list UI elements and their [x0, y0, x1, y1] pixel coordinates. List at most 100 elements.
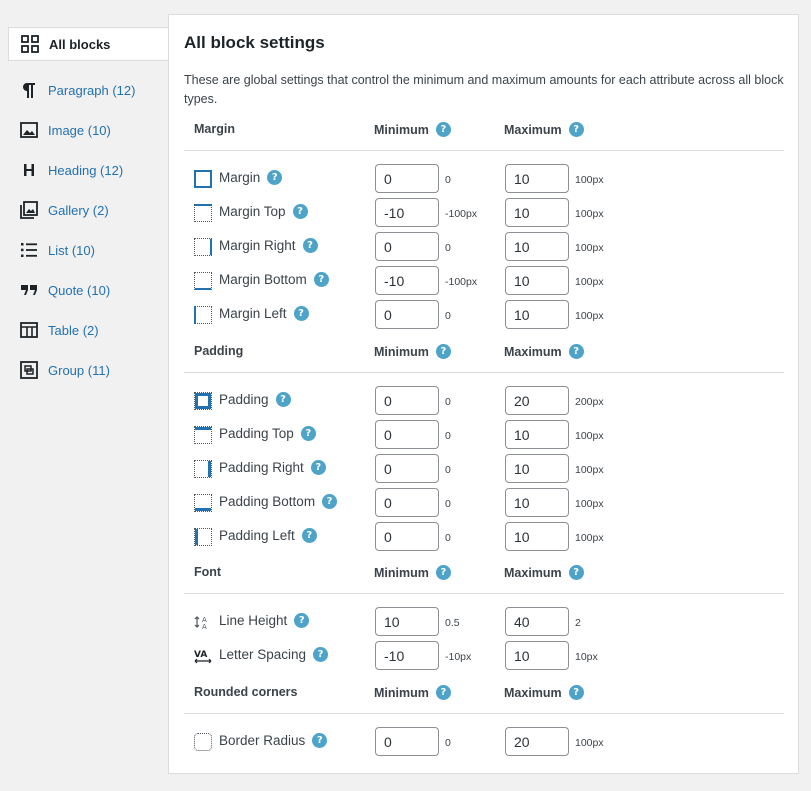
min-hint: -10px [445, 651, 472, 663]
sidebar-item-table[interactable]: Table (2) [8, 313, 168, 347]
help-icon[interactable]: ? [435, 685, 451, 700]
line-height-min-input[interactable] [375, 607, 439, 636]
maximum-label: Maximum [504, 565, 562, 580]
min-hint: -100px [445, 276, 478, 288]
letter-spacing-min-input[interactable] [375, 641, 439, 670]
help-icon[interactable]: ? [293, 306, 309, 321]
section-label: Rounded corners [194, 685, 298, 699]
section-divider [184, 372, 784, 373]
border-radius-max-input[interactable] [505, 727, 569, 756]
help-icon[interactable]: ? [302, 238, 318, 253]
max-hint: 200px [575, 396, 604, 408]
setting-row-margin: Margin? 0 100px [194, 164, 784, 194]
padding-left-min-input[interactable] [375, 522, 439, 551]
maximum-label: Maximum [504, 685, 562, 700]
setting-label: Border Radius [219, 733, 306, 748]
setting-label: Padding Left [219, 528, 295, 543]
padding-bottom-icon [194, 494, 212, 512]
max-hint: 100px [575, 242, 604, 254]
sidebar-item-label: Heading (12) [48, 162, 124, 178]
setting-row-line-height: AA Line Height? 0.5 2 [194, 607, 784, 637]
max-hint: 100px [575, 174, 604, 186]
setting-label: Padding Right [219, 460, 304, 475]
margin-bottom-max-input[interactable] [505, 266, 569, 295]
min-hint: 0 [445, 532, 451, 544]
padding-top-min-input[interactable] [375, 420, 439, 449]
help-icon[interactable]: ? [568, 122, 584, 137]
help-icon[interactable]: ? [267, 170, 283, 185]
padding-left-max-input[interactable] [505, 522, 569, 551]
setting-row-letter-spacing: VA Letter Spacing? -10px 10px [194, 641, 784, 671]
section-label: Font [194, 565, 222, 579]
sidebar-item-label: All blocks [49, 36, 111, 52]
margin-top-max-input[interactable] [505, 198, 569, 227]
margin-bottom-min-input[interactable] [375, 266, 439, 295]
margin-left-min-input[interactable] [375, 300, 439, 329]
help-icon[interactable]: ? [275, 392, 291, 407]
max-hint: 10px [575, 651, 598, 663]
image-icon [18, 119, 40, 141]
sidebar-item-quote[interactable]: Quote (10) [8, 273, 168, 307]
setting-row-margin-left: Margin Left? 0 100px [194, 300, 784, 330]
margin-left-max-input[interactable] [505, 300, 569, 329]
setting-row-padding: Padding? 0 200px [194, 386, 784, 416]
padding-min-input[interactable] [375, 386, 439, 415]
margin-right-min-input[interactable] [375, 232, 439, 261]
sidebar-item-gallery[interactable]: Gallery (2) [8, 193, 168, 227]
help-icon[interactable]: ? [301, 528, 317, 543]
setting-label: Padding [219, 392, 269, 407]
help-icon[interactable]: ? [313, 272, 329, 287]
min-hint: 0 [445, 464, 451, 476]
letter-spacing-icon: VA [194, 647, 212, 665]
max-hint: 100px [575, 464, 604, 476]
help-icon[interactable]: ? [435, 565, 451, 580]
padding-top-max-input[interactable] [505, 420, 569, 449]
line-height-max-input[interactable] [505, 607, 569, 636]
help-icon[interactable]: ? [435, 122, 451, 137]
margin-top-min-input[interactable] [375, 198, 439, 227]
help-icon[interactable]: ? [292, 204, 308, 219]
sidebar-item-label: Image (10) [48, 122, 111, 138]
padding-icon [194, 392, 212, 410]
help-icon[interactable]: ? [322, 494, 338, 509]
help-icon[interactable]: ? [435, 344, 451, 359]
help-icon[interactable]: ? [312, 733, 328, 748]
padding-right-max-input[interactable] [505, 454, 569, 483]
help-icon[interactable]: ? [310, 460, 326, 475]
section-header-margin: Margin Minimum? Maximum? [194, 122, 784, 142]
sidebar-item-heading[interactable]: Heading (12) [8, 153, 168, 187]
margin-right-max-input[interactable] [505, 232, 569, 261]
section-divider [184, 593, 784, 594]
help-icon[interactable]: ? [300, 426, 316, 441]
padding-right-min-input[interactable] [375, 454, 439, 483]
border-radius-min-input[interactable] [375, 727, 439, 756]
help-icon[interactable]: ? [568, 344, 584, 359]
sidebar-item-list[interactable]: List (10) [8, 233, 168, 267]
grid-icon [19, 33, 41, 55]
max-hint: 100px [575, 430, 604, 442]
help-icon[interactable]: ? [294, 613, 310, 628]
help-icon[interactable]: ? [568, 685, 584, 700]
margin-max-input[interactable] [505, 164, 569, 193]
help-icon[interactable]: ? [313, 647, 329, 662]
setting-label: Line Height [219, 613, 288, 628]
min-hint: 0 [445, 242, 451, 254]
min-hint: 0 [445, 498, 451, 510]
sidebar-item-all-blocks[interactable]: All blocks [8, 27, 169, 61]
setting-row-padding-bottom: Padding Bottom? 0 100px [194, 488, 784, 518]
padding-bottom-min-input[interactable] [375, 488, 439, 517]
padding-bottom-max-input[interactable] [505, 488, 569, 517]
setting-label: Letter Spacing [219, 647, 307, 662]
sidebar-item-image[interactable]: Image (10) [8, 113, 168, 147]
sidebar-item-label: Table (2) [48, 322, 99, 338]
max-hint: 2 [575, 617, 581, 629]
setting-row-padding-right: Padding Right? 0 100px [194, 454, 784, 484]
padding-max-input[interactable] [505, 386, 569, 415]
sidebar-item-group[interactable]: Group (11) [8, 353, 168, 387]
help-icon[interactable]: ? [568, 565, 584, 580]
margin-min-input[interactable] [375, 164, 439, 193]
sidebar-item-paragraph[interactable]: Paragraph (12) [8, 73, 168, 107]
letter-spacing-max-input[interactable] [505, 641, 569, 670]
section-divider [184, 713, 784, 714]
setting-label: Margin [219, 170, 261, 185]
